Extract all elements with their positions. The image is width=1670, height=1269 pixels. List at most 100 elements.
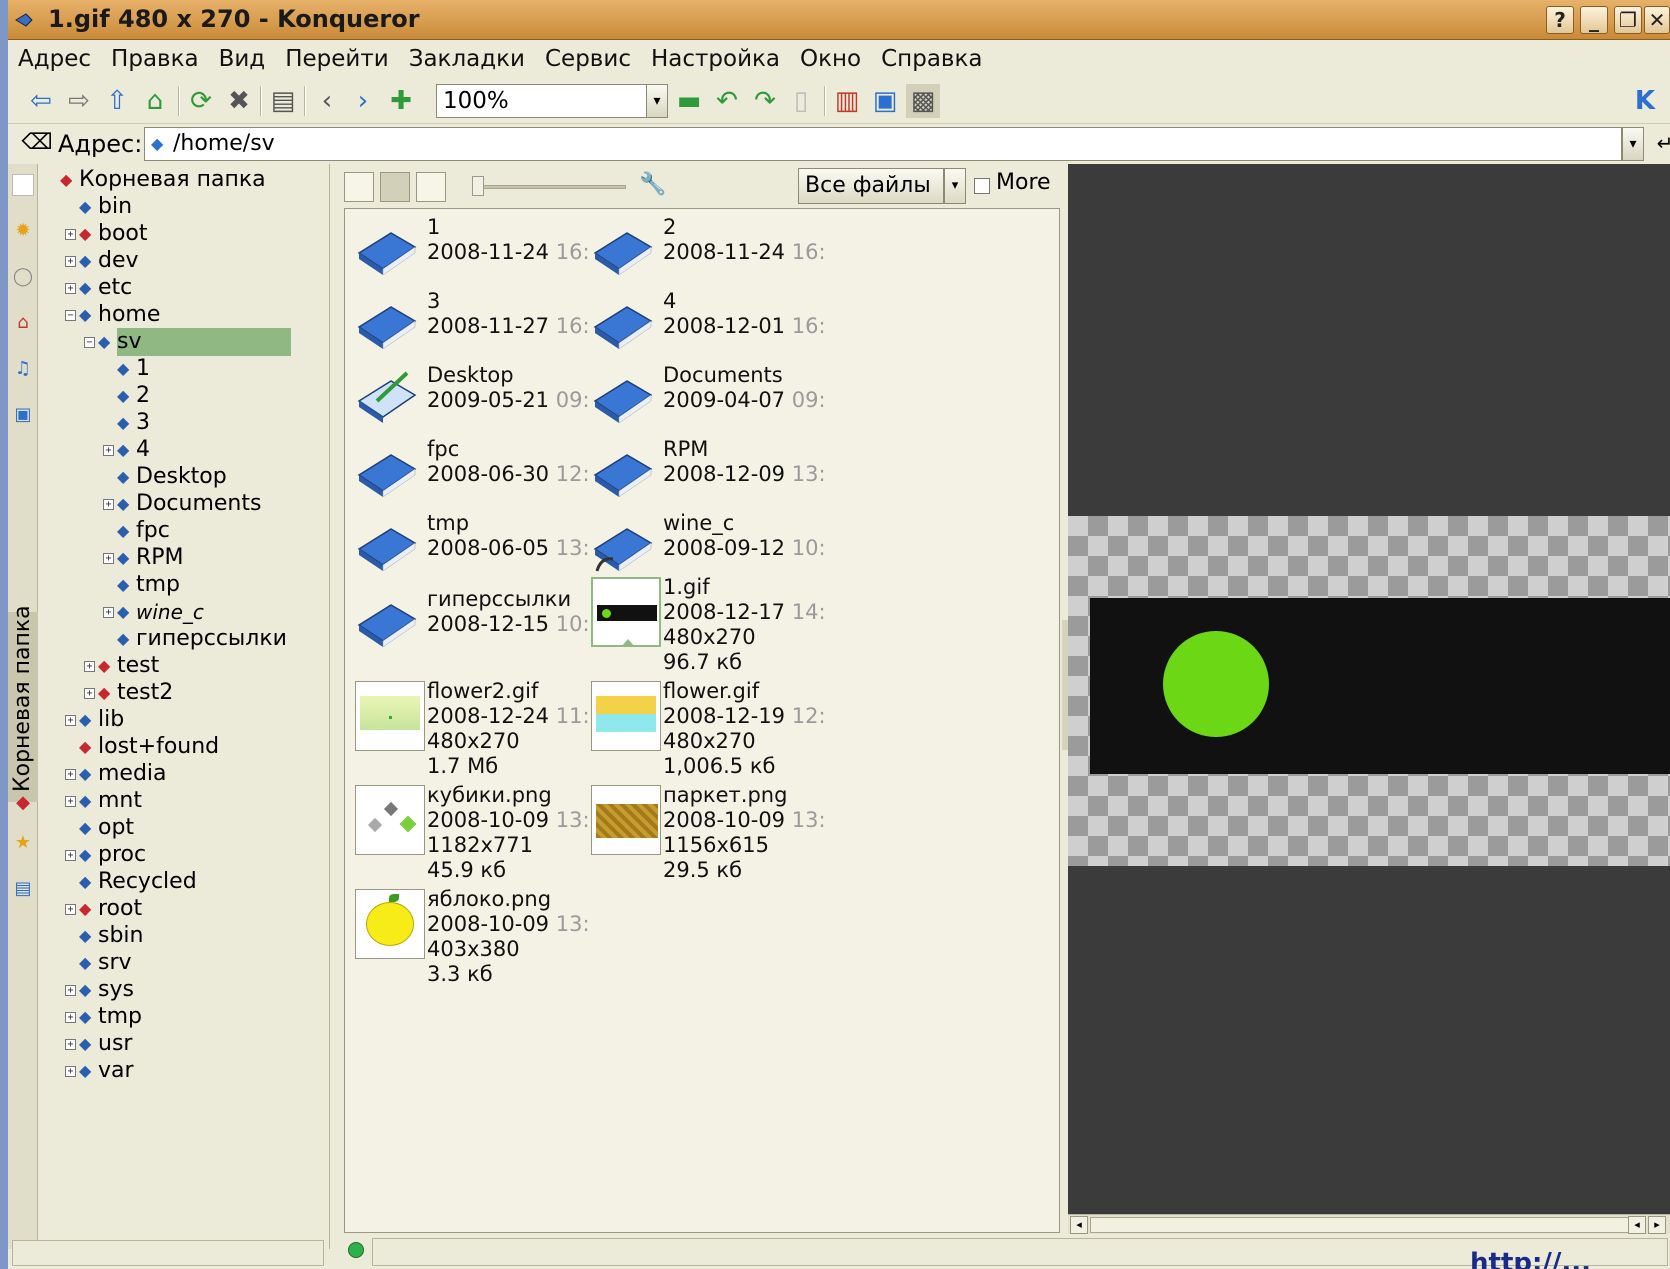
expand-icon[interactable]: + <box>103 606 114 618</box>
home-icon[interactable]: ⌂ <box>138 84 172 118</box>
tree-node[interactable]: − ◆ home <box>65 301 160 329</box>
tree-node[interactable]: + ◆ media <box>65 760 167 788</box>
file-item[interactable]: flower.gif 2008-12-19 12: 480x270 1,006.5 к… <box>591 679 831 783</box>
scroll-left-icon[interactable]: ◂ <box>1628 1216 1646 1234</box>
tree-node[interactable]: + ◆ var <box>65 1057 134 1085</box>
help-button[interactable]: ? <box>1546 6 1574 34</box>
expand-icon[interactable]: + <box>65 228 76 240</box>
scroll-right-icon[interactable]: ▸ <box>1648 1216 1666 1234</box>
rotate-right-icon[interactable]: ↷ <box>748 84 782 118</box>
network-icon[interactable]: ▣ <box>12 404 34 426</box>
tree-node[interactable]: ◆ 2 <box>103 382 150 410</box>
maximize-button[interactable]: ❐ <box>1614 6 1642 34</box>
filter-dropdown-icon[interactable]: ▾ <box>944 168 966 204</box>
menu-settings[interactable]: Настройка <box>651 46 780 72</box>
menu-tools[interactable]: Сервис <box>545 46 631 72</box>
tree-node[interactable]: + ◆ test <box>84 652 159 680</box>
close-button[interactable]: ✕ <box>1644 6 1670 34</box>
file-item[interactable]: паркет.png 2008-10-09 13: 1156x615 29.5 кб <box>591 783 831 887</box>
menu-address[interactable]: Адрес <box>18 46 91 72</box>
tree-node[interactable]: + ◆ etc <box>65 274 132 302</box>
zoom-combo[interactable]: 100% <box>436 84 666 118</box>
tree-node[interactable]: + ◆ boot <box>65 220 148 248</box>
bookmarks-icon[interactable]: ✹ <box>12 220 34 242</box>
tree-node[interactable]: ◆ 3 <box>103 409 150 437</box>
slider-handle[interactable] <box>472 176 484 196</box>
menu-help[interactable]: Справка <box>881 46 982 72</box>
stop-icon[interactable]: ✖ <box>222 84 256 118</box>
detail-view-icon[interactable] <box>416 172 446 202</box>
print-icon[interactable]: ▤ <box>266 84 300 118</box>
home-folder-icon[interactable]: ⌂ <box>12 312 34 334</box>
tree-node[interactable]: ◆ tmp <box>103 571 180 599</box>
tree-node[interactable]: ◆ bin <box>65 193 132 221</box>
history-icon[interactable]: ◯ <box>12 266 34 288</box>
tree-node[interactable]: + ◆ mnt <box>65 787 142 815</box>
tree-node[interactable]: ◆ lost+found <box>65 733 219 761</box>
folder-item[interactable]: fpc 2008-06-30 12: <box>355 437 595 507</box>
expand-icon[interactable]: + <box>65 768 76 780</box>
tree-node[interactable]: + ◆ proc <box>65 841 146 869</box>
tree-node[interactable]: + ◆ dev <box>65 247 139 275</box>
address-input[interactable]: ◆ /home/sv <box>144 127 1622 161</box>
folder-item[interactable]: гиперссылки 2008-12-15 10: <box>355 587 595 657</box>
expand-icon[interactable]: + <box>65 1038 76 1050</box>
go-icon[interactable]: ↵ <box>1648 126 1670 160</box>
tree-node[interactable]: + ◆ Documents <box>103 490 261 518</box>
expand-icon[interactable]: + <box>65 1065 76 1077</box>
expand-icon[interactable]: + <box>103 552 114 564</box>
media-icon[interactable]: ♫ <box>12 358 34 380</box>
kde-logo-icon[interactable]: K <box>1628 84 1662 118</box>
file-item[interactable]: flower2.gif 2008-12-24 11: 480x270 1.7 Мб <box>355 679 595 783</box>
expand-icon[interactable]: + <box>65 984 76 996</box>
folder-item[interactable]: 3 2008-11-27 16: <box>355 289 595 359</box>
expand-icon[interactable]: + <box>65 714 76 726</box>
folder-item[interactable]: wine_c 2008-09-12 10: <box>591 511 831 581</box>
expand-icon[interactable]: + <box>65 255 76 267</box>
scrollbar-thumb[interactable] <box>1090 1217 1630 1233</box>
zoom-in-icon[interactable]: ✚ <box>384 84 418 118</box>
collapse-icon[interactable]: − <box>84 336 95 348</box>
file-item[interactable]: яблоко.png 2008-10-09 13: 403x380 3.3 кб <box>355 887 595 991</box>
tree-node[interactable]: + ◆ 4 <box>103 436 150 464</box>
file-item[interactable]: 1.gif 2008-12-17 14: 480x270 96.7 кб <box>591 575 831 679</box>
more-checkbox[interactable] <box>974 178 990 194</box>
minimize-button[interactable]: _ <box>1580 6 1608 34</box>
zoom-out-icon[interactable]: ▬ <box>672 84 706 118</box>
reload-icon[interactable]: ⟳ <box>184 84 218 118</box>
preview-scrollbar[interactable]: ◂ ◂ ▸ <box>1068 1214 1670 1234</box>
tree-node[interactable]: ◆ Recycled <box>65 868 197 896</box>
tree-node[interactable]: + ◆ lib <box>65 706 124 734</box>
expand-icon[interactable]: + <box>84 660 95 672</box>
expand-icon[interactable]: + <box>103 498 114 510</box>
expand-icon[interactable]: + <box>84 687 95 699</box>
expand-icon[interactable]: + <box>65 1011 76 1023</box>
tree-node[interactable]: + ◆ tmp <box>65 1003 142 1031</box>
konqueror-app-icon[interactable] <box>14 10 34 30</box>
zoom-dropdown-icon[interactable]: ▾ <box>646 84 668 118</box>
folder-item[interactable]: 4 2008-12-01 16: <box>591 289 831 359</box>
folder-item[interactable]: 2 2008-11-24 16: <box>591 215 831 285</box>
tree-node[interactable]: ◆ srv <box>65 949 132 977</box>
forward-icon[interactable]: ⇨ <box>62 84 96 118</box>
preview-icon[interactable]: ▩ <box>906 84 940 118</box>
list-view-icon[interactable] <box>344 172 374 202</box>
web-sidebar-icon[interactable]: ▤ <box>12 878 34 900</box>
split-view-icon[interactable]: ▥ <box>830 84 864 118</box>
wrench-icon[interactable]: 🔧 <box>636 168 670 202</box>
tree-node[interactable]: ◆ Корневая папка <box>46 166 266 194</box>
folder-item[interactable]: 1 2008-11-24 16: <box>355 215 595 285</box>
title-bar[interactable]: 1.gif 480 x 270 - Konqueror ? _ ❐ ✕ <box>8 0 1670 40</box>
expand-icon[interactable]: + <box>65 903 76 915</box>
previous-icon[interactable]: ‹ <box>310 84 344 118</box>
folder-item[interactable]: tmp 2008-06-05 13: <box>355 511 595 581</box>
clear-address-icon[interactable]: ⌫ <box>20 126 54 160</box>
tree-node[interactable]: + ◆ root <box>65 895 142 923</box>
rotate-left-icon[interactable]: ↶ <box>710 84 744 118</box>
tree-node[interactable]: ◆ sbin <box>65 922 143 950</box>
tree-node[interactable]: ◆ Desktop <box>103 463 227 491</box>
menu-edit[interactable]: Правка <box>111 46 199 72</box>
tree-node[interactable]: ◆ гиперссылки <box>103 625 287 653</box>
scroll-left-icon[interactable]: ◂ <box>1070 1216 1088 1234</box>
menu-go[interactable]: Перейти <box>285 46 389 72</box>
